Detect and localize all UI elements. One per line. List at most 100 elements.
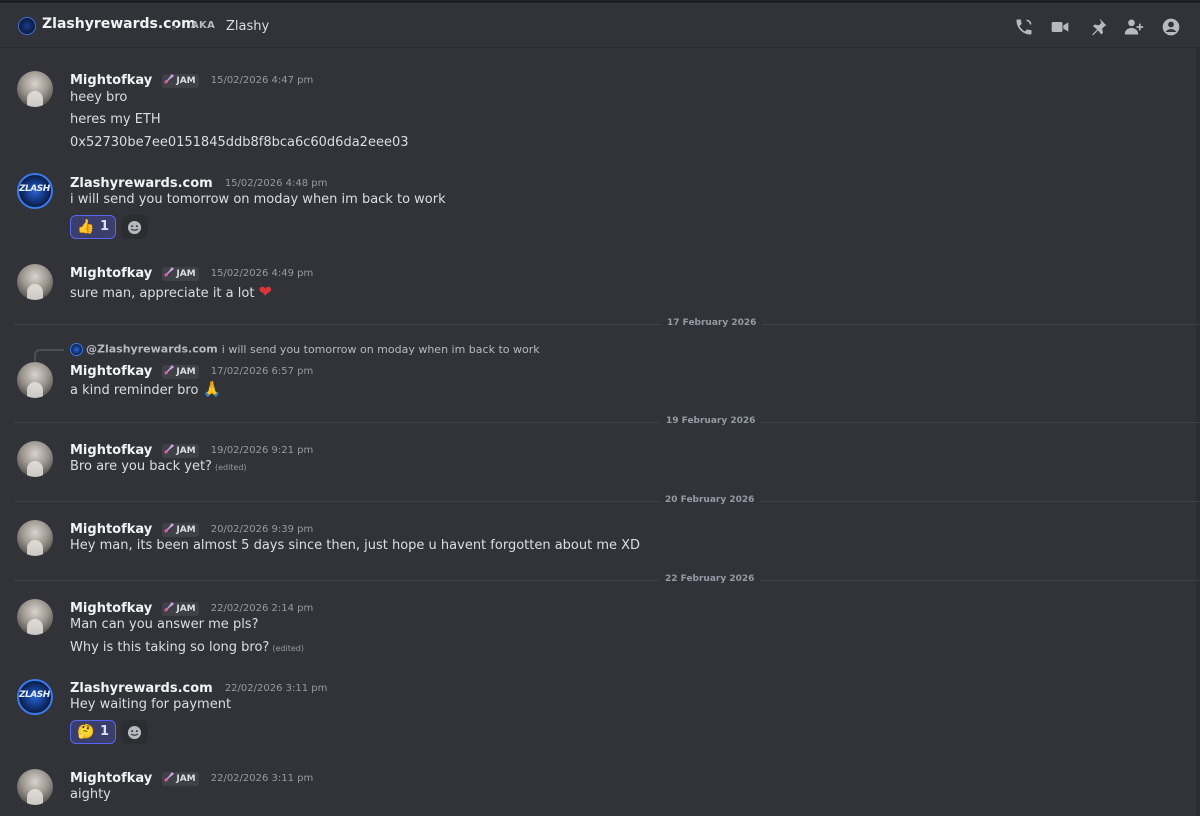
username[interactable]: Mightofkay xyxy=(70,266,152,281)
reply-avatar xyxy=(70,342,83,356)
add-friend-icon[interactable] xyxy=(1124,17,1144,37)
username[interactable]: Mightofkay xyxy=(70,601,152,616)
reaction-count: 1 xyxy=(100,724,110,739)
guitar-icon xyxy=(164,522,175,532)
message-text-content: sure man, appreciate it a lot xyxy=(70,286,255,301)
message-text: Why is this taking so long bro? (edited) xyxy=(70,640,304,655)
nickname: Zlashy xyxy=(226,19,270,34)
message-header: Mightofkay JAM 15/02/2026 4:47 pm xyxy=(70,70,313,88)
message-header: Mightofkay JAM 20/02/2026 9:39 pm xyxy=(70,519,313,537)
server-tag-label: JAM xyxy=(176,75,196,86)
thumbs-up-icon: 👍 xyxy=(77,219,95,235)
avatar[interactable] xyxy=(17,520,53,556)
server-tag[interactable]: JAM xyxy=(162,73,199,88)
smiley-icon xyxy=(127,725,142,740)
username[interactable]: Zlashyrewards.com xyxy=(70,681,213,696)
timestamp[interactable]: 17/02/2026 6:57 pm xyxy=(211,366,314,377)
pin-icon[interactable] xyxy=(1088,17,1108,37)
message-text: i will send you tomorrow on moday when i… xyxy=(70,192,446,207)
message-text: Man can you answer me pls? xyxy=(70,617,259,632)
avatar[interactable]: ZLASHY xyxy=(17,679,53,715)
message: Mightofkay JAM 22/02/2026 3:11 pm aighty xyxy=(0,768,1190,812)
server-tag-label: JAM xyxy=(176,524,196,535)
scrollbar-track[interactable] xyxy=(1196,48,1200,816)
timestamp[interactable]: 22/02/2026 3:11 pm xyxy=(225,683,328,694)
username[interactable]: Mightofkay xyxy=(70,443,152,458)
server-tag[interactable]: JAM xyxy=(162,522,199,537)
username[interactable]: Mightofkay xyxy=(70,364,152,379)
brand-logo: ZLASHY xyxy=(19,690,53,700)
date-divider xyxy=(14,580,1200,581)
timestamp[interactable]: 22/02/2026 3:11 pm xyxy=(211,773,314,784)
avatar[interactable] xyxy=(17,362,53,398)
date-divider xyxy=(14,324,1200,325)
message-text: 0x52730be7ee0151845ddb8f8bca6c60d6da2eee… xyxy=(70,135,409,150)
video-icon[interactable] xyxy=(1050,17,1070,37)
reply-reference[interactable]: @Zlashyrewards.com i will send you tomorr… xyxy=(70,342,540,358)
server-tag[interactable]: JAM xyxy=(162,443,199,458)
avatar[interactable] xyxy=(17,71,53,107)
edited-label: (edited) xyxy=(272,644,304,653)
timestamp[interactable]: 19/02/2026 9:21 pm xyxy=(211,445,314,456)
server-tag-label: JAM xyxy=(176,603,196,614)
separator-dot xyxy=(172,26,176,30)
reaction-thumbs-up[interactable]: 👍 1 xyxy=(70,215,116,239)
reply-author[interactable]: @Zlashyrewards.com xyxy=(86,343,218,356)
server-tag-label: JAM xyxy=(176,366,196,377)
praying-hands-emoji: 🙏 xyxy=(202,380,222,398)
profile-icon[interactable] xyxy=(1161,17,1181,37)
avatar[interactable] xyxy=(17,769,53,805)
date-divider-label: 22 February 2026 xyxy=(659,574,761,584)
reaction-thinking[interactable]: 🤔 1 xyxy=(70,720,116,744)
add-reaction-button[interactable] xyxy=(121,215,148,239)
username[interactable]: Zlashyrewards.com xyxy=(70,176,213,191)
message-text: heey bro xyxy=(70,90,128,105)
message-header: Zlashyrewards.com 22/02/2026 3:11 pm xyxy=(70,678,327,696)
server-tag[interactable]: JAM xyxy=(162,266,199,281)
username[interactable]: Mightofkay xyxy=(70,771,152,786)
message-header: Mightofkay JAM 15/02/2026 4:49 pm xyxy=(70,263,313,281)
thinking-face-icon: 🤔 xyxy=(77,724,95,740)
server-tag-label: JAM xyxy=(176,268,196,279)
aka-label: AKA xyxy=(191,20,216,31)
guitar-icon xyxy=(164,443,175,453)
guitar-icon xyxy=(164,73,175,83)
server-tag-label: JAM xyxy=(176,445,196,456)
timestamp[interactable]: 15/02/2026 4:48 pm xyxy=(225,178,328,189)
message: Mightofkay JAM 19/02/2026 9:21 pm Bro ar… xyxy=(0,440,1190,480)
server-tag[interactable]: JAM xyxy=(162,364,199,379)
call-icon[interactable] xyxy=(1014,17,1034,37)
timestamp[interactable]: 15/02/2026 4:47 pm xyxy=(211,75,314,86)
avatar[interactable] xyxy=(17,441,53,477)
username[interactable]: Mightofkay xyxy=(70,73,152,88)
timestamp[interactable]: 22/02/2026 2:14 pm xyxy=(211,603,314,614)
message-header: Mightofkay JAM 17/02/2026 6:57 pm xyxy=(70,361,313,379)
date-divider xyxy=(14,501,1200,502)
avatar[interactable] xyxy=(17,599,53,635)
message-text-content: Bro are you back yet? xyxy=(70,459,212,474)
message: Mightofkay JAM 15/02/2026 4:49 pm sure m… xyxy=(0,262,1190,302)
reply-text[interactable]: i will send you tomorrow on moday when i… xyxy=(222,343,540,356)
message-text: heres my ETH xyxy=(70,112,161,127)
edited-label: (edited) xyxy=(214,463,247,472)
message-header: Zlashyrewards.com 15/02/2026 4:48 pm xyxy=(70,173,327,191)
server-tag[interactable]: JAM xyxy=(162,601,199,616)
message-header: Mightofkay JAM 22/02/2026 3:11 pm xyxy=(70,768,313,786)
avatar[interactable]: ZLASHY xyxy=(17,173,53,209)
avatar[interactable] xyxy=(17,264,53,300)
message: Mightofkay JAM 20/02/2026 9:39 pm Hey ma… xyxy=(0,519,1190,559)
username[interactable]: Mightofkay xyxy=(70,522,152,537)
server-tag[interactable]: JAM xyxy=(162,771,199,786)
guitar-icon xyxy=(164,266,175,276)
timestamp[interactable]: 15/02/2026 4:49 pm xyxy=(211,268,314,279)
message-text: Hey waiting for payment xyxy=(70,697,232,712)
guitar-icon xyxy=(164,771,175,781)
guitar-icon xyxy=(164,601,175,611)
message-header: Mightofkay JAM 19/02/2026 9:21 pm xyxy=(70,440,313,458)
channel-avatar[interactable] xyxy=(18,17,36,35)
message: Mightofkay JAM 22/02/2026 2:14 pm Man ca… xyxy=(0,598,1190,662)
timestamp[interactable]: 20/02/2026 9:39 pm xyxy=(211,524,314,535)
message-text: Bro are you back yet? (edited) xyxy=(70,459,247,474)
add-reaction-button[interactable] xyxy=(121,720,148,744)
date-divider-label: 19 February 2026 xyxy=(660,416,762,426)
